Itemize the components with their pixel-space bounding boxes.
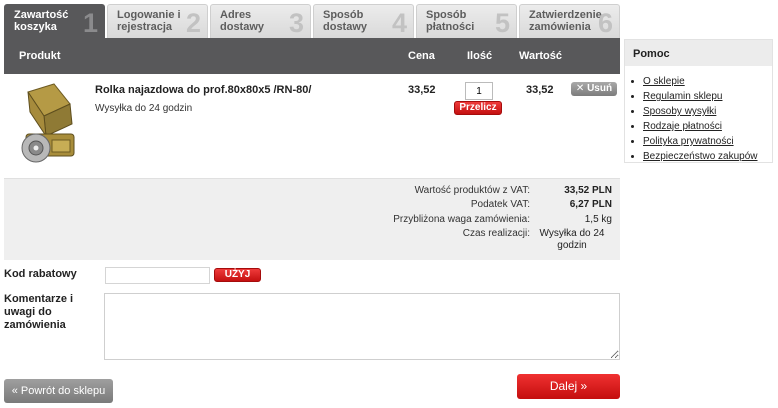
step-label: Sposób płatności <box>426 9 475 33</box>
checkout-steps: Zawartość koszyka 1 Logowanie i rejestra… <box>4 4 620 38</box>
help-link-privacy[interactable]: Polityka prywatności <box>643 136 734 147</box>
step-cart-contents[interactable]: Zawartość koszyka 1 <box>4 4 105 38</box>
recalculate-button[interactable]: Przelicz <box>454 101 502 115</box>
help-link-item: Sposoby wysyłki <box>643 104 772 119</box>
products-total-value: 33,52 PLN <box>564 185 612 196</box>
vat-label: Podatek VAT: <box>470 199 530 210</box>
remove-item-button[interactable]: ✕ Usuń <box>571 82 617 96</box>
coupon-input[interactable] <box>105 267 210 284</box>
cart-product-row: Rolka najazdowa do prof.80x80x5 /RN-80/ … <box>4 74 620 178</box>
step-payment-method[interactable]: Sposób płatności 5 <box>416 4 517 38</box>
step-order-confirmation[interactable]: Zatwierdzenie zamówienia 6 <box>519 4 620 38</box>
back-to-shop-button[interactable]: « Powrót do sklepu <box>4 379 113 403</box>
product-line-value: 33,52 <box>526 84 554 96</box>
comments-textarea[interactable] <box>104 293 620 360</box>
quantity-input[interactable] <box>465 82 493 100</box>
vat-value: 6,27 PLN <box>569 199 612 210</box>
header-price: Cena <box>408 50 435 62</box>
order-summary: Wartość produktów z VAT: 33,52 PLN Podat… <box>4 178 620 260</box>
help-link-item: Bezpieczeństwo zakupów <box>643 149 772 164</box>
help-link-security[interactable]: Bezpieczeństwo zakupów <box>643 151 758 162</box>
step-label: Logowanie i rejestracja <box>117 9 181 33</box>
weight-label: Przybliżona waga zamówienia: <box>393 214 530 225</box>
step-number: 2 <box>185 8 201 38</box>
weight-value: 1,5 kg <box>584 214 612 225</box>
help-link-shipping[interactable]: Sposoby wysyłki <box>643 106 716 117</box>
apply-coupon-button[interactable]: UŻYJ <box>214 268 261 282</box>
cart-table-header: Produkt Cena Ilość Wartość <box>4 38 620 74</box>
help-link-about[interactable]: O sklepie <box>643 76 685 87</box>
help-link-item: Regulamin sklepu <box>643 89 772 104</box>
help-link-item: Rodzaje płatności <box>643 119 772 134</box>
next-button[interactable]: Dalej » <box>517 374 620 399</box>
help-link-payments[interactable]: Rodzaje płatności <box>643 121 722 132</box>
coupon-label: Kod rabatowy <box>4 268 77 280</box>
fulfillment-time-value: Wysyłka do 24 godzin <box>539 228 605 251</box>
header-value: Wartość <box>519 50 562 62</box>
step-label: Adres dostawy <box>220 9 265 33</box>
step-number: 5 <box>494 8 510 38</box>
header-product: Produkt <box>19 50 61 62</box>
close-icon: ✕ <box>575 83 585 94</box>
help-box: Pomoc O sklepie Regulamin sklepu Sposoby… <box>624 39 773 163</box>
step-number: 1 <box>82 8 98 38</box>
step-login-register[interactable]: Logowanie i rejestracja 2 <box>107 4 208 38</box>
product-price: 33,52 <box>408 84 436 96</box>
help-links: O sklepie Regulamin sklepu Sposoby wysył… <box>625 66 772 164</box>
product-name-link[interactable]: Rolka najazdowa do prof.80x80x5 /RN-80/ <box>95 84 311 96</box>
help-title: Pomoc <box>625 40 772 66</box>
step-number: 6 <box>597 8 613 38</box>
product-thumbnail[interactable] <box>14 82 84 170</box>
help-link-item: O sklepie <box>643 74 772 89</box>
step-shipping-address[interactable]: Adres dostawy 3 <box>210 4 311 38</box>
fulfillment-time-label: Czas realizacji: <box>462 228 530 239</box>
header-qty: Ilość <box>467 50 493 62</box>
step-label: Zatwierdzenie zamówienia <box>529 9 602 33</box>
step-label: Zawartość koszyka <box>14 9 69 33</box>
step-number: 4 <box>391 8 407 38</box>
step-label: Sposób dostawy <box>323 9 368 33</box>
products-total-label: Wartość produktów z VAT: <box>414 185 530 196</box>
remove-label: Usuń <box>587 83 613 94</box>
help-link-terms[interactable]: Regulamin sklepu <box>643 91 723 102</box>
product-availability: Wysyłka do 24 godzin <box>95 103 193 114</box>
step-shipping-method[interactable]: Sposób dostawy 4 <box>313 4 414 38</box>
help-link-item: Polityka prywatności <box>643 134 772 149</box>
step-number: 3 <box>288 8 304 38</box>
comments-label: Komentarze i uwagi do zamówienia <box>4 293 74 331</box>
